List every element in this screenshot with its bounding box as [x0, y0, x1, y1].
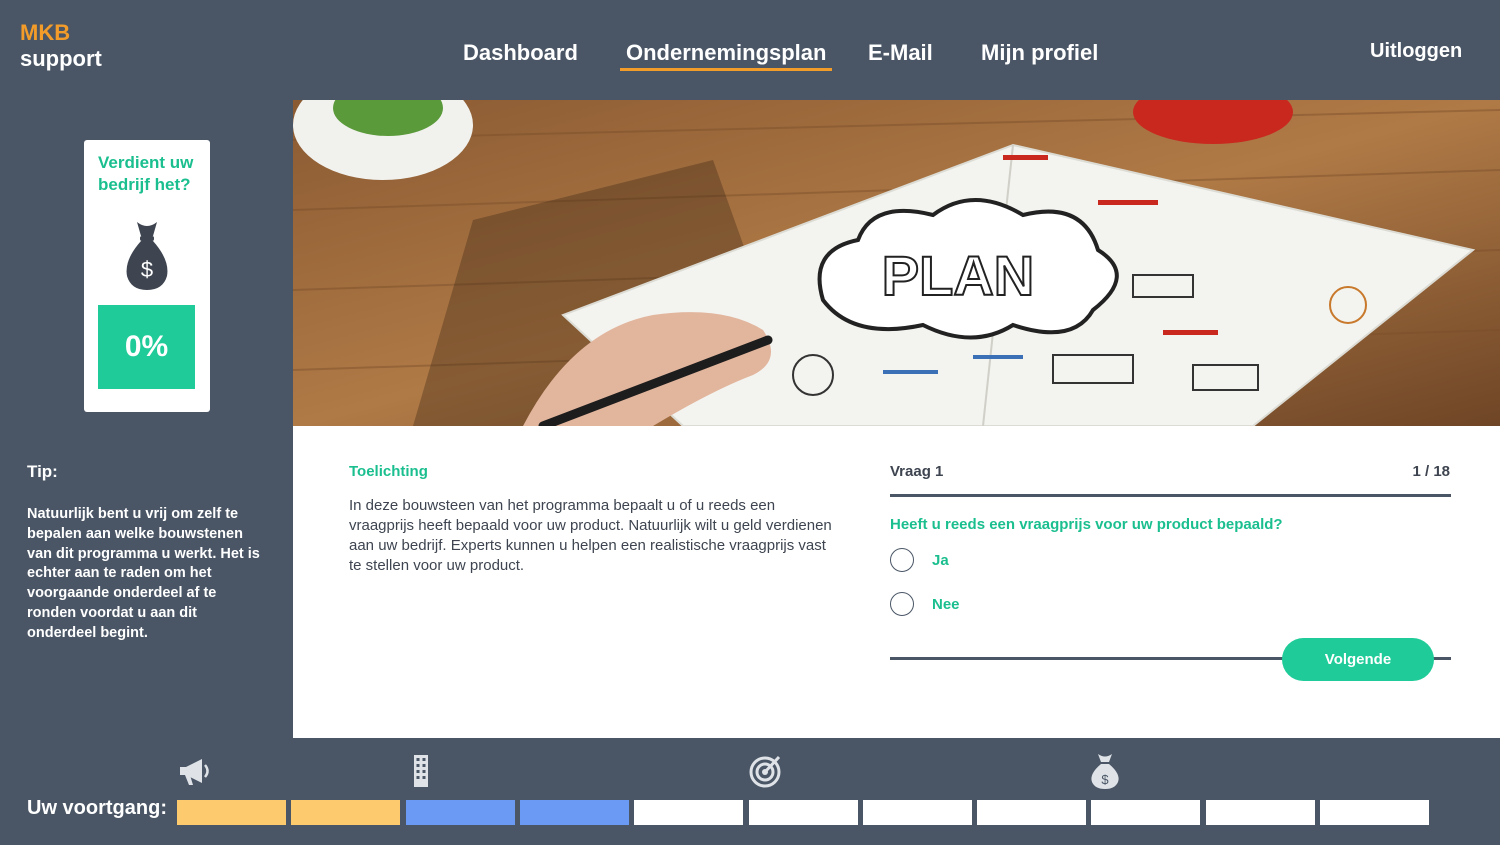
question-label: Vraag 1	[890, 463, 944, 480]
question-counter: 1 / 18	[1412, 463, 1450, 480]
question-text: Heeft u reeds een vraagprijs voor uw pro…	[890, 516, 1283, 533]
explanation-title: Toelichting	[349, 463, 428, 480]
divider	[890, 494, 1451, 497]
main-panel: PLAN Toelichting In deze bouwsteen van h…	[293, 100, 1500, 738]
money-bag-icon: $	[1091, 754, 1119, 789]
progress-segment-completed	[177, 800, 286, 825]
progress-segment-todo	[1091, 800, 1200, 825]
tip-text: Natuurlijk bent u vrij om zelf te bepale…	[27, 506, 260, 641]
svg-text:$: $	[141, 257, 153, 282]
progress-segment-todo	[863, 800, 972, 825]
nav-mijn-profiel[interactable]: Mijn profiel	[981, 40, 1098, 66]
radio-ja[interactable]	[890, 548, 914, 572]
main-nav: Dashboard Ondernemingsplan E-Mail Mijn p…	[0, 40, 1500, 80]
megaphone-icon	[180, 759, 209, 785]
option-nee-label: Nee	[932, 595, 960, 613]
progress-segment-todo	[634, 800, 743, 825]
progress-segment-in-progress	[520, 800, 629, 825]
progress-segment-todo	[977, 800, 1086, 825]
progress-segment-in-progress	[406, 800, 515, 825]
hero-image: PLAN	[293, 100, 1500, 426]
radio-nee[interactable]	[890, 592, 914, 616]
earnings-card: Verdient uw bedrijf het? $ 0%	[84, 140, 210, 412]
progress-segment-completed	[291, 800, 400, 825]
nav-dashboard[interactable]: Dashboard	[463, 40, 578, 66]
option-ja-label: Ja	[932, 551, 949, 569]
svg-text:$: $	[1101, 772, 1109, 787]
earnings-percentage: 0%	[98, 305, 195, 389]
progress-label: Uw voortgang:	[27, 797, 167, 819]
logout-link[interactable]: Uitloggen	[1370, 40, 1462, 63]
earnings-card-title: Verdient uw bedrijf het?	[98, 153, 194, 194]
nav-email[interactable]: E-Mail	[868, 40, 933, 66]
option-nee[interactable]: Nee	[890, 592, 960, 616]
tip-title: Tip:	[27, 462, 58, 481]
hero-plan-word: PLAN	[882, 244, 1034, 307]
progress-segment-todo	[749, 800, 858, 825]
money-bag-dollar-icon: $	[126, 222, 168, 290]
nav-ondernemingsplan[interactable]: Ondernemingsplan	[620, 40, 833, 71]
building-icon	[414, 755, 428, 787]
target-icon	[749, 755, 781, 788]
next-button[interactable]: Volgende	[1282, 638, 1434, 681]
option-ja[interactable]: Ja	[890, 548, 949, 572]
progress-segment-todo	[1206, 800, 1315, 825]
explanation-text: In deze bouwsteen van het programma bepa…	[349, 497, 832, 574]
progress-segment-todo	[1320, 800, 1429, 825]
